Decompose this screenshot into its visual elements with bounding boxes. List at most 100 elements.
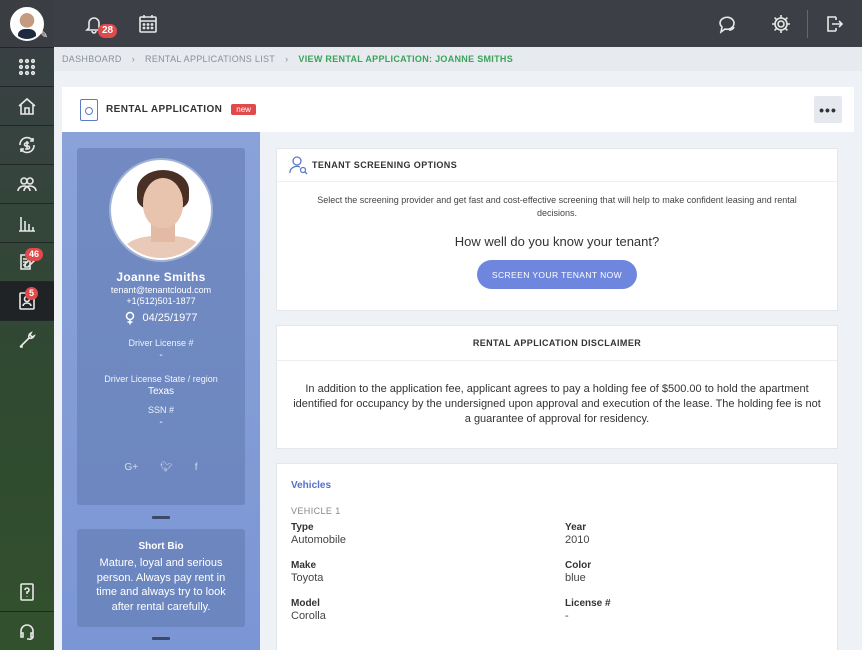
driver-license-label: Driver License # (128, 338, 194, 348)
sidebar-item-apps[interactable] (0, 47, 54, 86)
sidebar-item-applications[interactable]: 46 (0, 242, 54, 281)
breadcrumb: DASHBOARD › RENTAL APPLICATIONS LIST › V… (54, 47, 862, 71)
breadcrumb-separator: › (285, 54, 289, 64)
screening-header: TENANT SCREENING OPTIONS (277, 149, 837, 182)
short-bio-card: Short Bio Mature, loyal and serious pers… (77, 529, 245, 627)
vehicle-color: Color blue (565, 560, 823, 584)
vehicles-title: Vehicles (291, 480, 332, 491)
dob-value: 04/25/1977 (142, 312, 198, 324)
bio-title: Short Bio (138, 541, 184, 552)
tenants-badge: 5 (25, 287, 39, 300)
breadcrumb-separator: › (131, 54, 136, 64)
profile-column: Joanne Smiths tenant@tenantcloud.com +1(… (62, 132, 260, 650)
vehicle-model: Model Corolla (291, 598, 565, 622)
logout-button[interactable] (814, 0, 854, 47)
bar-chart-icon (19, 217, 35, 232)
pin-icon: ✎ (39, 30, 48, 41)
vehicle-make: Make Toyota (291, 560, 565, 584)
screening-title: TENANT SCREENING OPTIONS (312, 160, 458, 170)
house-icon (18, 97, 36, 115)
sidebar-item-help[interactable] (0, 572, 54, 611)
application-document-icon (80, 98, 98, 121)
vehicle-year: Year 2010 (565, 522, 823, 546)
vehicle-type: Type Automobile (291, 522, 565, 546)
calendar-icon (139, 14, 157, 33)
applications-badge: 46 (25, 248, 44, 261)
topbar-divider (807, 9, 808, 38)
sidebar-item-reports[interactable] (0, 203, 54, 242)
disclaimer-text: In addition to the application fee, appl… (293, 383, 821, 425)
messages-button[interactable] (707, 0, 747, 47)
vehicle-details: Type Automobile Year 2010 Make Toyota Co… (291, 522, 823, 622)
breadcrumb-dashboard[interactable]: DASHBOARD (62, 54, 122, 64)
vehicles-panel: Vehicles VEHICLE 1 Type Automobile Year … (276, 463, 838, 650)
driver-license-state-value: Texas (147, 386, 175, 397)
card-drag-handle[interactable] (152, 516, 170, 519)
chat-icon (719, 15, 735, 34)
bio-drag-handle[interactable] (152, 637, 170, 640)
breadcrumb-current: VIEW RENTAL APPLICATION: JOANNE SMITHS (298, 54, 513, 64)
vehicle-label: VEHICLE 1 (291, 506, 341, 516)
topbar-right (707, 0, 862, 47)
driver-license-state-label: Driver License State / region (104, 374, 218, 384)
field-label: Color (565, 560, 592, 571)
calendar-button[interactable] (128, 0, 168, 47)
logout-icon (827, 15, 844, 32)
tenant-dob: 04/25/1977 (77, 311, 245, 325)
sidebar-item-support[interactable] (0, 611, 54, 650)
tenant-email[interactable]: tenant@tenantcloud.com (77, 285, 245, 295)
breadcrumb-applications-list[interactable]: RENTAL APPLICATIONS LIST (145, 54, 275, 64)
tenant-photo (111, 160, 211, 260)
money-cycle-icon (19, 136, 35, 154)
driver-license-value: - (159, 350, 163, 361)
more-options-button[interactable]: ••• (814, 96, 842, 123)
tenant-name: Joanne Smiths (116, 270, 206, 284)
sidebar-item-payments[interactable] (0, 125, 54, 164)
headset-icon (20, 624, 34, 640)
facebook-icon[interactable]: f (195, 462, 198, 473)
social-links: G+ 🐦︎ f (77, 462, 245, 473)
gear-icon (772, 14, 790, 33)
settings-button[interactable] (761, 0, 801, 47)
field-value: - (565, 610, 569, 622)
disclaimer-panel: RENTAL APPLICATION DISCLAIMER In additio… (276, 325, 838, 449)
help-document-icon (20, 582, 34, 601)
field-value: blue (565, 572, 586, 584)
users-icon (17, 177, 37, 192)
status-badge: new (231, 104, 256, 115)
grid-icon (18, 58, 36, 76)
sidebar-item-tools[interactable] (0, 320, 54, 359)
screening-description: Select the screening provider and get fa… (317, 195, 797, 218)
google-plus-icon[interactable]: G+ (124, 462, 138, 473)
field-value: Corolla (291, 610, 326, 622)
twitter-icon[interactable]: 🐦︎ (160, 462, 173, 473)
notifications-button[interactable]: 28 (74, 0, 118, 47)
wrench-icon (19, 331, 36, 348)
disclaimer-title: RENTAL APPLICATION DISCLAIMER (277, 326, 837, 361)
field-label: Make (291, 560, 317, 571)
female-icon (126, 311, 135, 325)
user-avatar[interactable]: ✎ (0, 0, 54, 47)
notifications-badge: 28 (98, 24, 118, 38)
bio-text: Mature, loyal and serious person. Always… (96, 557, 226, 613)
vehicle-license: License # - (565, 598, 823, 622)
tenant-profile-card: Joanne Smiths tenant@tenantcloud.com +1(… (77, 148, 245, 505)
screen-tenant-button[interactable]: SCREEN YOUR TENANT NOW (477, 260, 637, 289)
field-label: Type (291, 522, 314, 533)
ssn-label: SSN # (147, 405, 174, 415)
user-search-icon (289, 156, 308, 175)
screening-question: How well do you know your tenant? (454, 234, 660, 249)
field-label: Model (291, 598, 320, 609)
field-value: Automobile (291, 534, 347, 546)
field-label: Year (565, 522, 587, 533)
sidebar-item-properties[interactable] (0, 86, 54, 125)
page-header: RENTAL APPLICATION new ••• (62, 87, 854, 132)
field-value: 2010 (565, 534, 590, 546)
left-sidebar: ✎ 46 5 (0, 0, 54, 650)
sidebar-item-people[interactable] (0, 164, 54, 203)
sidebar-item-tenants[interactable]: 5 (0, 281, 54, 320)
tenant-phone[interactable]: +1(512)501-1877 (77, 296, 245, 306)
sidebar-bottom (0, 572, 54, 650)
ssn-value: - (159, 417, 163, 428)
